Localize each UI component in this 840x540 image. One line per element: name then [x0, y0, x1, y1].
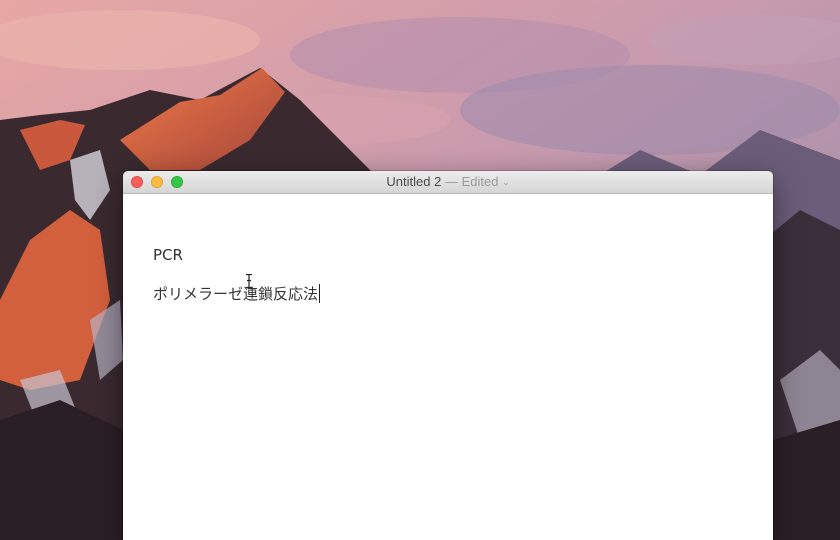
text-line-content: PCR: [153, 246, 183, 264]
document-name: Untitled 2: [386, 174, 442, 189]
text-line-content: ポリメラーゼ連鎖反応法: [153, 285, 319, 303]
textedit-window: Untitled 2 — Edited ⌄ PCR ポリメラーゼ連鎖反応法: [123, 171, 773, 540]
title-separator: —: [444, 174, 458, 189]
window-titlebar[interactable]: Untitled 2 — Edited ⌄: [123, 171, 773, 194]
ibeam-cursor-icon: [246, 274, 252, 288]
text-line: ポリメラーゼ連鎖反応法: [153, 283, 321, 304]
text-line: PCR: [153, 246, 183, 264]
window-title[interactable]: Untitled 2 — Edited ⌄: [123, 174, 773, 189]
text-caret: [319, 284, 321, 303]
document-text-area[interactable]: PCR ポリメラーゼ連鎖反応法: [123, 194, 773, 540]
chevron-down-icon[interactable]: ⌄: [502, 177, 510, 187]
edited-status: Edited: [461, 174, 499, 189]
